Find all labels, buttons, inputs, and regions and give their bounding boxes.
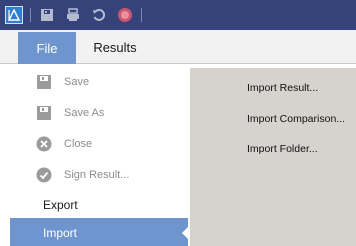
menu-item-label: Sign Result...	[64, 169, 130, 181]
undo-icon[interactable]	[89, 5, 109, 25]
ribbon-tab-bar: File Results	[0, 30, 356, 64]
import-submenu-panel: Import Result... Import Comparison... Im…	[190, 68, 356, 246]
selection-pointer	[182, 226, 189, 240]
tab-file[interactable]: File	[18, 32, 76, 64]
import-folder-item[interactable]: Import Folder...	[247, 143, 318, 155]
app-logo-mark	[5, 6, 23, 24]
menu-item-label: Save	[64, 76, 90, 88]
file-menu: Save Save As Close Sign Result... Export…	[10, 64, 190, 246]
save-icon	[36, 74, 52, 90]
quick-access-toolbar	[0, 0, 356, 30]
menu-item-label: Close	[64, 138, 93, 150]
toolbar-separator	[30, 8, 31, 22]
menu-item-import[interactable]: Import	[10, 218, 189, 246]
close-icon	[36, 136, 52, 152]
menu-item-close[interactable]: Close	[10, 129, 190, 159]
menu-item-label: Save As	[64, 107, 105, 119]
menu-item-label: Export	[43, 198, 78, 212]
tab-results[interactable]: Results	[80, 32, 150, 63]
save-as-icon	[36, 105, 52, 121]
menu-item-save-as[interactable]: Save As	[10, 98, 190, 128]
menu-item-sign-result[interactable]: Sign Result...	[10, 160, 190, 190]
import-result-item[interactable]: Import Result...	[247, 82, 318, 94]
app-logo-icon	[4, 5, 24, 25]
file-backstage: Save Save As Close Sign Result... Export…	[0, 64, 356, 246]
save-icon[interactable]	[37, 5, 57, 25]
print-icon[interactable]	[63, 5, 83, 25]
import-comparison-item[interactable]: Import Comparison...	[247, 113, 345, 125]
toolbar-separator	[141, 8, 142, 22]
menu-item-export[interactable]: Export	[10, 190, 190, 220]
check-icon	[36, 167, 52, 183]
menu-item-label: Import	[43, 226, 78, 240]
stop-icon[interactable]	[115, 5, 135, 25]
menu-item-save[interactable]: Save	[10, 67, 190, 97]
